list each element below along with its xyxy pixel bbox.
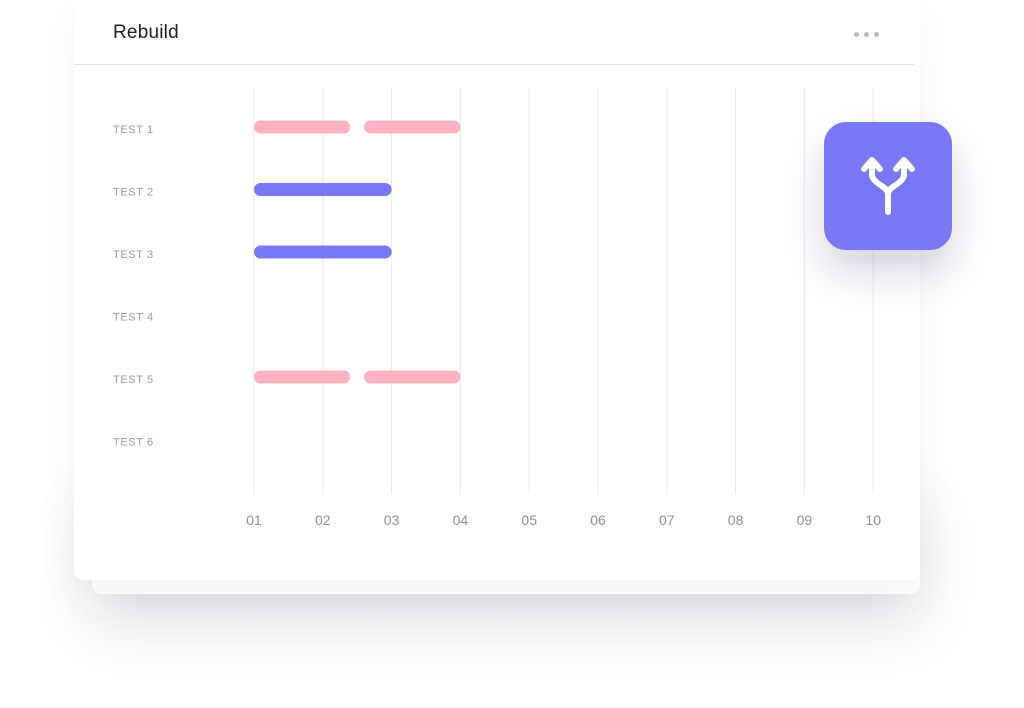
x-tick-label: 10 (865, 512, 881, 528)
merge-split-arrows-icon (861, 157, 915, 215)
gantt-bar (254, 120, 351, 134)
bars (254, 120, 461, 384)
x-tick-label: 08 (728, 512, 744, 528)
merge-action-button[interactable] (824, 122, 952, 250)
stage: Rebuild TEST 1 TEST 2 TEST 3 TEST 4 TEST 5 TE… (0, 0, 1024, 708)
x-tick-label: 06 (590, 512, 606, 528)
grid-lines (253, 88, 874, 494)
x-tick-label: 02 (315, 512, 331, 528)
row-label: TEST 4 (113, 312, 154, 324)
gantt-bar (364, 370, 461, 384)
x-tick-label: 09 (797, 512, 813, 528)
gantt-bar (254, 183, 392, 196)
gantt-chart: TEST 1TEST 2TEST 3TEST 4TEST 5TEST 6 01 0… (113, 88, 881, 528)
rebuild-card: Rebuild TEST 1 TEST 2 TEST 3 TEST 4 TEST 5 TE… (74, 0, 920, 580)
x-axis-ticks: 01 02 03 04 05 06 07 08 09 10 (246, 512, 881, 528)
row-label: TEST 5 (113, 374, 154, 386)
row-labels: TEST 1 TEST 2 TEST 3 TEST 4 TEST 5 TEST 6 (113, 124, 154, 449)
x-tick-label: 03 (384, 512, 400, 528)
gantt-bar (364, 120, 461, 134)
x-tick-label: 07 (659, 512, 675, 528)
x-tick-label: 04 (453, 512, 469, 528)
gantt-bar (254, 370, 351, 384)
x-tick-label: 01 (246, 512, 262, 528)
row-label: TEST 6 (113, 437, 154, 449)
gantt-bar (254, 245, 392, 259)
row-label: TEST 3 (113, 249, 154, 261)
row-label: TEST 1 (113, 124, 154, 136)
row-label: TEST 2 (113, 187, 154, 199)
x-tick-label: 05 (521, 512, 537, 528)
